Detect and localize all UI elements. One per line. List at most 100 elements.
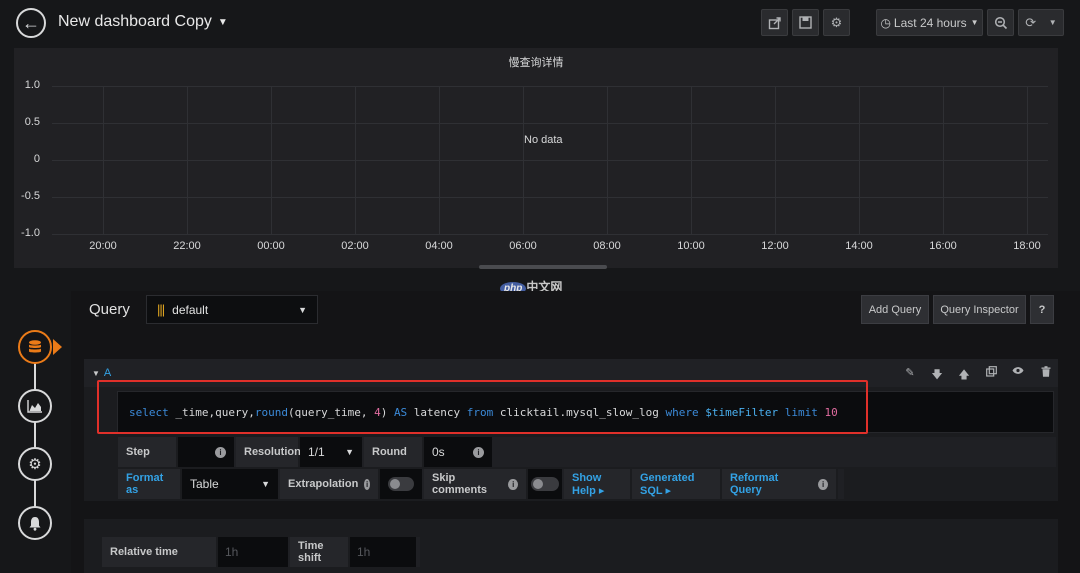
dashboard-settings-button[interactable]: ⚙ [823, 9, 850, 36]
share-icon [768, 16, 781, 29]
x-gridline [691, 86, 692, 234]
move-down-button[interactable]: 🡇 [930, 366, 944, 381]
x-tick-label: 18:00 [1013, 240, 1041, 252]
resolution-select[interactable]: 1/1 ▼ [300, 437, 362, 467]
x-tick-label: 02:00 [341, 240, 369, 252]
round-input[interactable]: 0s i [424, 437, 492, 467]
chevron-down-icon: ▼ [92, 369, 100, 378]
zoom-out-button[interactable] [987, 9, 1014, 36]
y-tick-label: -1.0 [21, 227, 40, 239]
x-tick-label: 00:00 [257, 240, 285, 252]
graph-panel: 慢查询详情 1.0 0.5 0 -0.5 -1.0 20:00 22:00 00:00 02:0… [14, 48, 1058, 268]
save-icon [799, 16, 812, 29]
chevron-down-icon: ▼ [217, 17, 228, 28]
edit-query-button[interactable]: ✎ [903, 366, 917, 380]
copy-icon [985, 366, 997, 377]
info-icon[interactable]: i [473, 446, 484, 458]
chevron-down-icon: ▼ [261, 479, 270, 489]
step-input[interactable]: i [178, 437, 234, 467]
format-options-row: Format as Table ▼ Extrapolation i Skip com… [118, 469, 844, 499]
time-options-row: Relative time Time shift [102, 537, 421, 567]
share-button[interactable] [761, 9, 788, 36]
dashboard-title[interactable]: New dashboard Copy ▼ [58, 13, 228, 31]
round-label: Round [364, 437, 424, 467]
relative-time-input[interactable] [218, 537, 293, 567]
reformat-query-link[interactable]: Reformat Query i [722, 469, 838, 499]
back-button[interactable]: ← [16, 8, 46, 38]
extrapolation-label: Extrapolation i [280, 469, 380, 499]
duplicate-query-button[interactable] [984, 366, 998, 380]
zoom-out-icon [994, 16, 1007, 29]
resolution-label: Resolution [236, 437, 301, 467]
eye-icon [1012, 367, 1024, 374]
sidebar-item-alert[interactable] [18, 506, 52, 540]
datasource-select[interactable]: ||| default ▼ [146, 295, 318, 324]
info-icon[interactable]: i [508, 478, 518, 490]
x-gridline [103, 86, 104, 234]
sidebar-item-visualization[interactable] [18, 389, 52, 423]
bell-icon [29, 516, 41, 531]
y-tick-label: -0.5 [21, 190, 40, 202]
x-gridline [1027, 86, 1028, 234]
arrow-left-icon: ← [22, 12, 40, 33]
info-icon[interactable]: i [215, 446, 226, 458]
sidebar-item-queries[interactable] [18, 330, 52, 364]
help-button[interactable]: ? [1030, 295, 1054, 324]
chart-area: 1.0 0.5 0 -0.5 -1.0 20:00 22:00 00:00 02:00 04:00… [14, 48, 1058, 268]
add-query-button[interactable]: Add Query [861, 295, 929, 324]
x-tick-label: 10:00 [677, 240, 705, 252]
skip-comments-switch[interactable] [528, 469, 562, 499]
toggle-switch[interactable] [531, 477, 559, 491]
query-inspector-button[interactable]: Query Inspector [933, 295, 1026, 324]
relative-time-label: Relative time [102, 537, 218, 567]
y-gridline [52, 123, 1048, 124]
relative-time-field[interactable] [218, 544, 293, 560]
time-range-picker[interactable]: ◷ Last 24 hours ▼ [876, 9, 983, 36]
x-gridline [439, 86, 440, 234]
step-label: Step [118, 437, 178, 467]
toggle-switch[interactable] [388, 477, 414, 491]
sidebar-item-general[interactable]: ⚙ [18, 447, 52, 481]
highlight-annotation [97, 380, 868, 434]
skip-comments-label: Skip comments i [424, 469, 528, 499]
x-gridline [607, 86, 608, 234]
time-shift-field[interactable] [350, 544, 421, 560]
query-ref-toggle[interactable]: ▼ A [92, 367, 111, 379]
format-as-select[interactable]: Table ▼ [182, 469, 278, 499]
move-up-button[interactable]: 🡅 [957, 366, 971, 381]
x-gridline [355, 86, 356, 234]
toggle-visibility-button[interactable] [1011, 366, 1025, 380]
pencil-icon: ✎ [905, 367, 915, 379]
panel-resize-handle[interactable] [479, 265, 607, 269]
x-gridline [859, 86, 860, 234]
datasource-icon: ||| [157, 302, 165, 317]
y-tick-label: 0.5 [24, 116, 40, 128]
arrow-up-icon: 🡅 [958, 369, 970, 381]
extrapolation-switch[interactable] [380, 469, 422, 499]
x-tick-label: 08:00 [593, 240, 621, 252]
y-gridline [52, 160, 1048, 161]
gear-icon: ⚙ [830, 14, 843, 30]
arrow-down-icon: 🡇 [931, 369, 943, 381]
database-icon [29, 340, 41, 353]
chevron-down-icon: ▼ [1048, 18, 1057, 27]
chevron-down-icon: ▼ [345, 447, 354, 457]
x-gridline [775, 86, 776, 234]
clock-icon: ◷ [880, 15, 891, 30]
query-options-row: Step i Resolution 1/1 ▼ Round 0s i [118, 437, 1056, 467]
y-gridline [52, 197, 1048, 198]
y-gridline [52, 86, 1048, 87]
info-icon[interactable]: i [364, 478, 370, 490]
refresh-button[interactable]: ⟳ ▼ [1018, 9, 1064, 36]
y-tick-label: 1.0 [24, 79, 40, 91]
format-as-label: Format as [118, 469, 182, 499]
info-icon[interactable]: i [818, 478, 828, 490]
x-tick-label: 14:00 [845, 240, 873, 252]
delete-query-button[interactable] [1039, 366, 1053, 380]
show-help-link[interactable]: Show Help ▸ [564, 469, 632, 499]
generated-sql-link[interactable]: Generated SQL ▸ [632, 469, 722, 499]
save-dashboard-button[interactable] [792, 9, 819, 36]
time-shift-input[interactable] [350, 537, 421, 567]
x-gridline [271, 86, 272, 234]
query-section-title: Query [89, 301, 130, 318]
